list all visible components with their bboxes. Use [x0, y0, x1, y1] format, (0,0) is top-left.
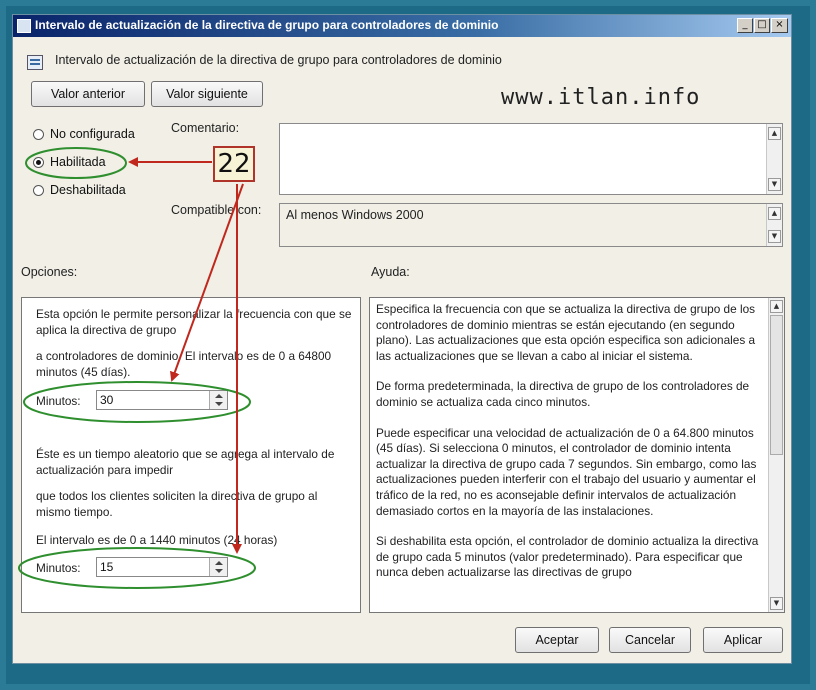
scroll-down-icon[interactable]: ▼: [770, 597, 783, 610]
window-title: Intervalo de actualización de la directi…: [35, 18, 499, 32]
options-text-5: El intervalo es de 0 a 1440 minutos (24 …: [36, 533, 278, 547]
minutes-value-1: 30: [100, 393, 114, 407]
scroll-up-icon[interactable]: ▲: [768, 127, 781, 140]
close-button[interactable]: ×: [771, 18, 788, 33]
radio-label: Deshabilitada: [50, 183, 126, 197]
help-paragraph-3: Puede especificar una velocidad de actua…: [376, 425, 757, 518]
next-setting-button[interactable]: Valor siguiente: [151, 81, 263, 107]
help-paragraph-4: Si deshabilita esta opción, el controlad…: [376, 534, 759, 580]
apply-button[interactable]: Aplicar: [703, 627, 783, 653]
watermark: www.itlan.info: [501, 85, 701, 110]
options-text-2: a controladores de dominio. El intervalo…: [36, 349, 332, 379]
previous-setting-button[interactable]: Valor anterior: [31, 81, 145, 107]
help-paragraph-1: Especifica la frecuencia con que se actu…: [376, 302, 756, 363]
radio-button-selected[interactable]: [33, 156, 44, 168]
radio-label: Habilitada: [50, 155, 106, 169]
help-panel: Especifica la frecuencia con que se actu…: [369, 297, 785, 613]
radio-disabled[interactable]: Deshabilitada: [33, 181, 126, 199]
options-text-4: que todos los clientes soliciten la dire…: [36, 489, 318, 519]
options-heading: Opciones:: [21, 265, 78, 279]
supported-field: Al menos Windows 2000 ▲ ▼: [279, 203, 783, 247]
scroll-down-icon[interactable]: ▼: [768, 178, 781, 191]
title-bar[interactable]: Intervalo de actualización de la directi…: [13, 15, 791, 37]
radio-label: No configurada: [50, 127, 135, 141]
stepper-arrows-icon[interactable]: [209, 391, 227, 409]
options-text-1: Esta opción le permite personalizar la f…: [36, 307, 352, 337]
step-callout: 22: [213, 146, 255, 182]
scroll-down-icon[interactable]: ▼: [768, 230, 781, 243]
minutes-label-1: Minutos:: [36, 394, 81, 408]
scroll-thumb[interactable]: [770, 315, 783, 455]
comment-label: Comentario:: [171, 121, 240, 135]
ok-button[interactable]: Aceptar: [515, 627, 599, 653]
window-icon: [17, 19, 31, 33]
maximize-button[interactable]: □: [754, 18, 770, 33]
scroll-up-icon[interactable]: ▲: [770, 300, 783, 313]
minutes-stepper-2[interactable]: 15: [96, 557, 228, 577]
supported-value: Al menos Windows 2000: [286, 208, 424, 222]
minutes-stepper-1[interactable]: 30: [96, 390, 228, 410]
setting-title: Intervalo de actualización de la directi…: [55, 53, 502, 67]
radio-button[interactable]: [33, 184, 44, 196]
options-panel: Esta opción le permite personalizar la f…: [21, 297, 361, 613]
supported-label: Compatible con:: [171, 203, 262, 217]
minutes-value-2: 15: [100, 560, 114, 574]
help-text: Especifica la frecuencia con que se actu…: [376, 302, 764, 596]
comment-textarea[interactable]: ▲ ▼: [279, 123, 783, 195]
radio-enabled[interactable]: Habilitada: [33, 153, 106, 171]
scroll-up-icon[interactable]: ▲: [768, 207, 781, 220]
policy-dialog: Intervalo de actualización de la directi…: [12, 14, 792, 664]
help-scrollbar[interactable]: ▲ ▼: [768, 298, 784, 612]
stepper-arrows-icon[interactable]: [209, 558, 227, 576]
minimize-button[interactable]: _: [737, 18, 753, 33]
supported-scrollbar[interactable]: ▲ ▼: [766, 204, 782, 246]
cancel-button[interactable]: Cancelar: [609, 627, 691, 653]
policy-icon: [27, 55, 43, 70]
radio-not-configured[interactable]: No configurada: [33, 125, 135, 143]
help-paragraph-2: De forma predeterminada, la directiva de…: [376, 379, 750, 409]
minutes-label-2: Minutos:: [36, 561, 81, 575]
radio-button[interactable]: [33, 128, 44, 140]
help-heading: Ayuda:: [371, 265, 410, 279]
options-text-3: Éste es un tiempo aleatorio que se agreg…: [36, 447, 335, 477]
comment-scrollbar[interactable]: ▲ ▼: [766, 124, 782, 194]
